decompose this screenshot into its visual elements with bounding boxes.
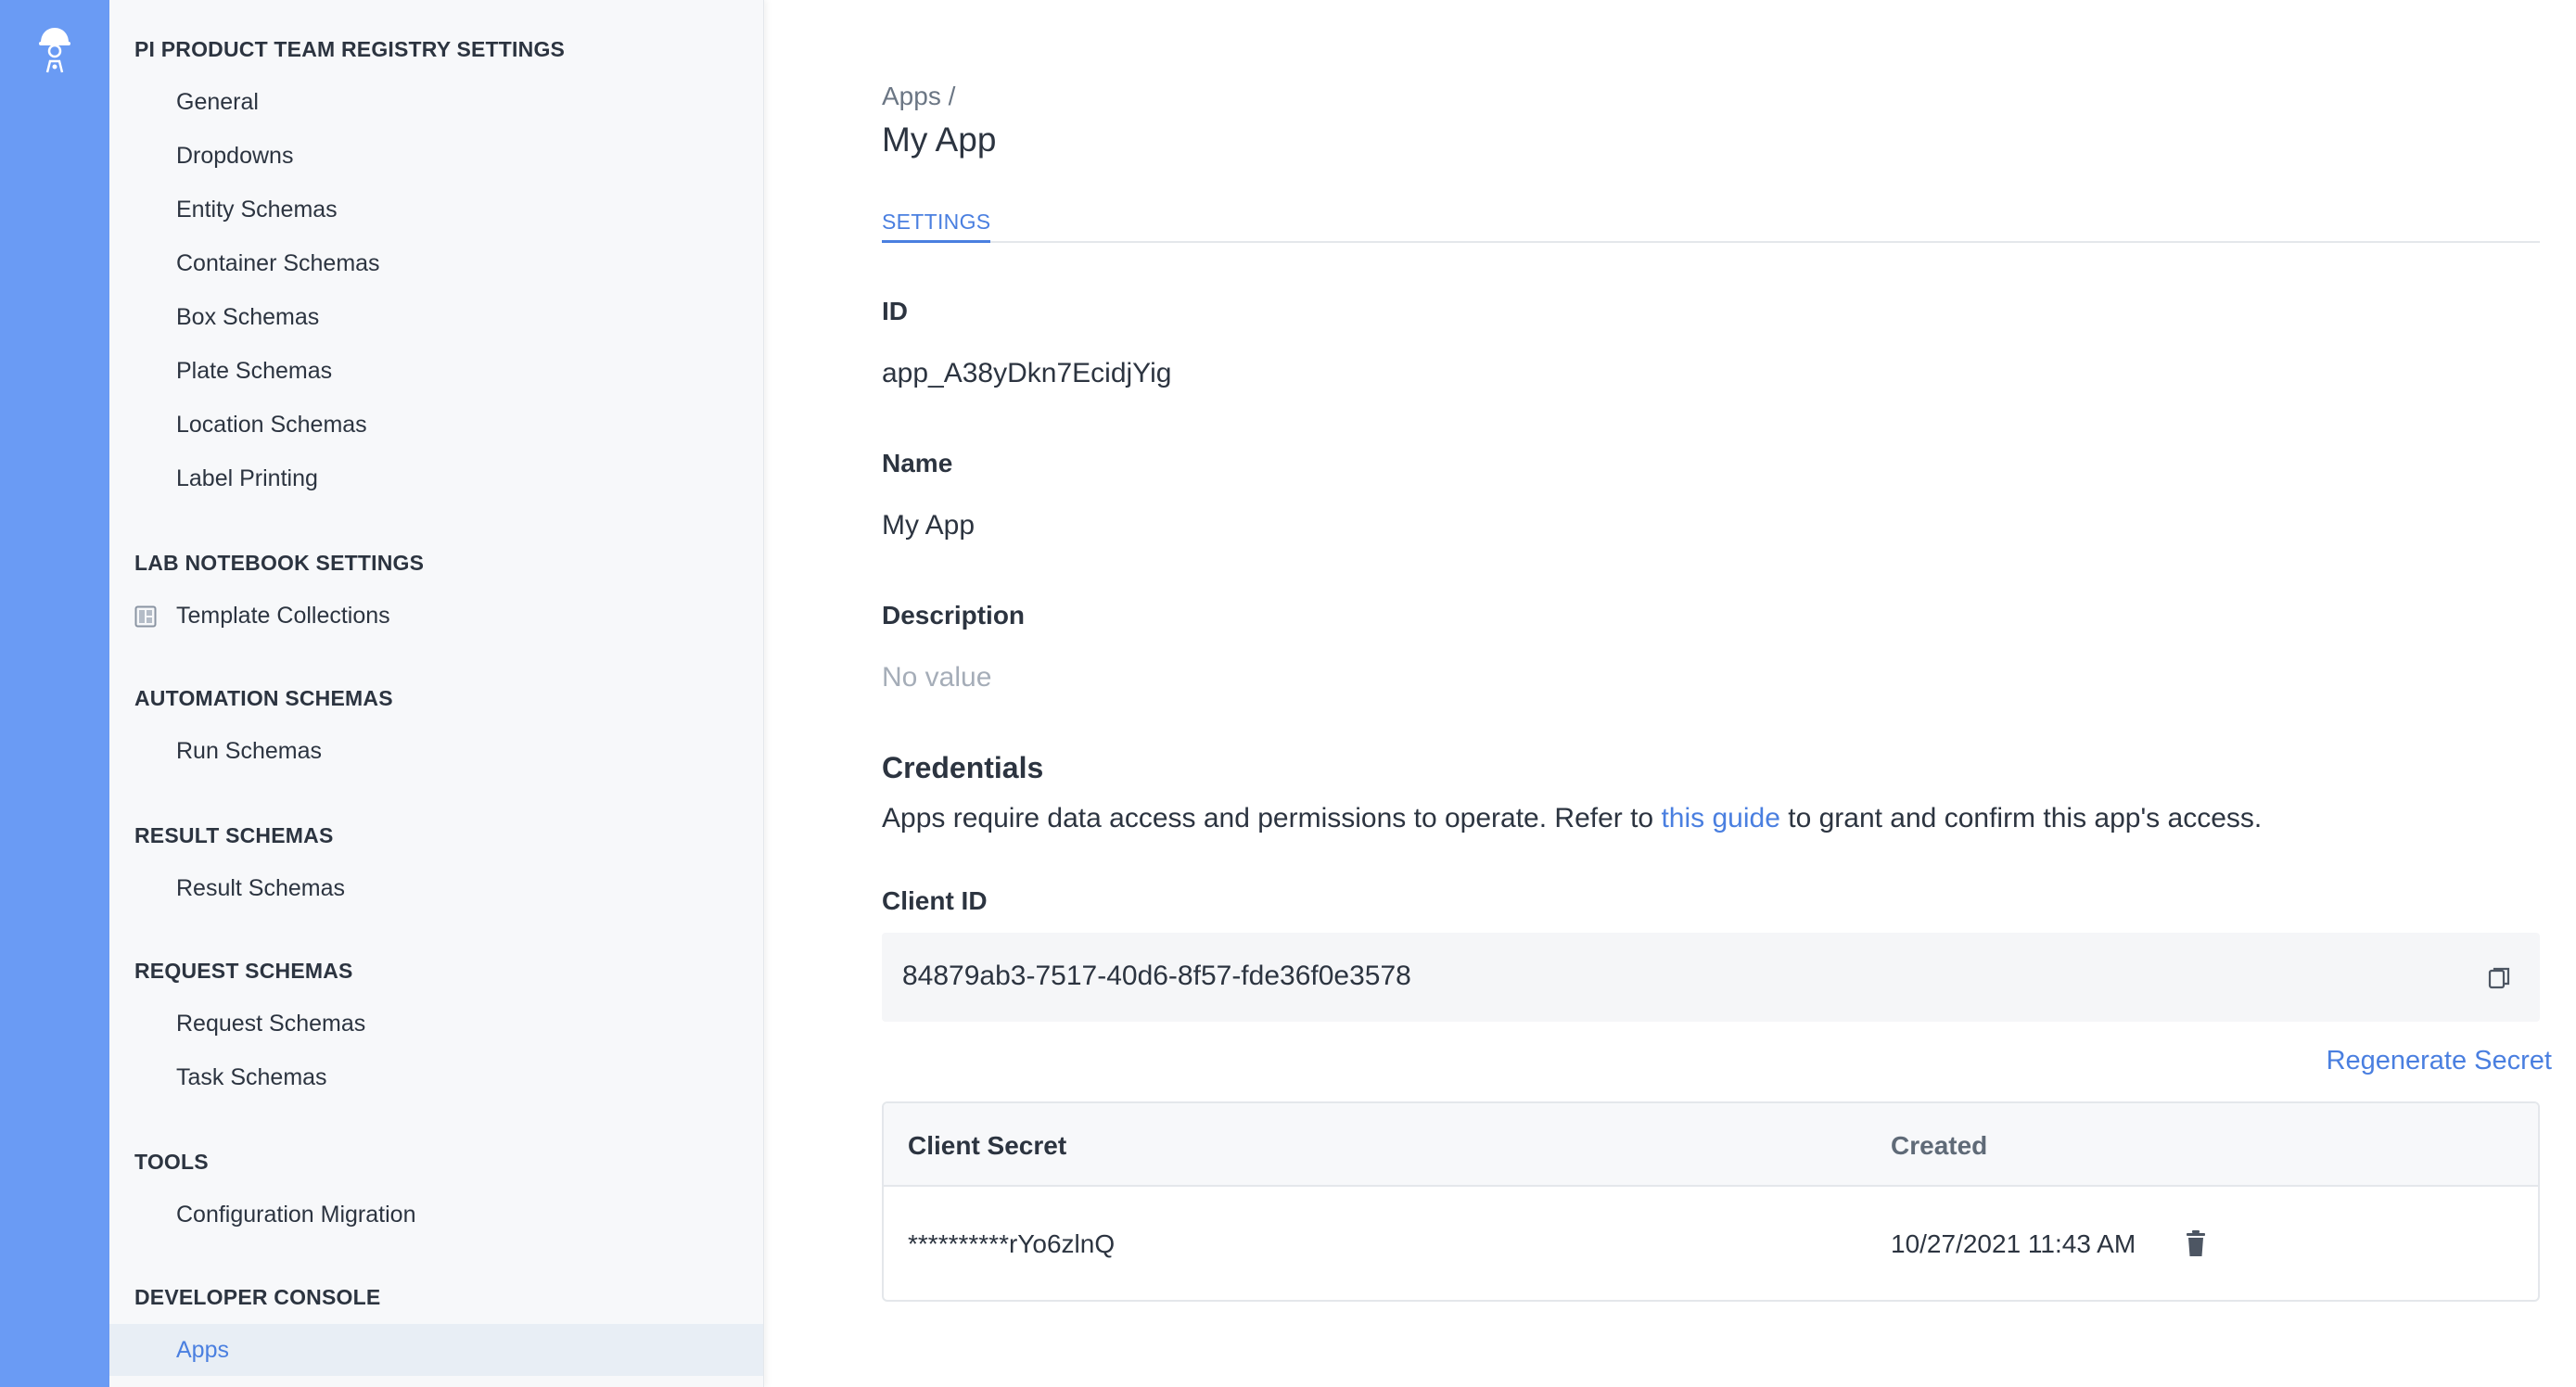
credentials-desc-text-end: to grant and confirm this app's access. bbox=[1779, 803, 2263, 833]
nav-item-plate-schemas[interactable]: Plate Schemas bbox=[109, 345, 763, 397]
client-id-label: Client ID bbox=[882, 886, 988, 915]
nav-item-run-schemas[interactable]: Run Schemas bbox=[109, 725, 763, 777]
nav-heading-tools: TOOLS bbox=[134, 1150, 209, 1174]
credentials-title: Credentials bbox=[882, 751, 1044, 784]
credentials-description: Apps require data access and permissions… bbox=[882, 803, 2262, 834]
nav-item-entity-schemas[interactable]: Entity Schemas bbox=[109, 184, 763, 235]
name-label: Name bbox=[882, 449, 953, 477]
app-settings-panel: Apps / My App SETTINGS ID app_A38yDkn7Ec… bbox=[764, 0, 2576, 1387]
id-label: ID bbox=[882, 297, 908, 325]
created-value: 10/27/2021 11:43 AM bbox=[1891, 1229, 2136, 1258]
nav-item-general[interactable]: General bbox=[109, 76, 763, 128]
guide-link[interactable]: this guide bbox=[1661, 803, 1779, 833]
nav-heading-registry: PI PRODUCT TEAM REGISTRY SETTINGS bbox=[134, 37, 566, 61]
column-header-client-secret: Client Secret bbox=[908, 1131, 1067, 1160]
client-secret-value: **********rYo6zlnQ bbox=[908, 1229, 1116, 1258]
nav-heading-lab-notebook: LAB NOTEBOOK SETTINGS bbox=[134, 551, 425, 575]
scientist-logo-icon[interactable] bbox=[35, 26, 74, 74]
table-row: **********rYo6zlnQ 10/27/2021 11:43 AM bbox=[884, 1187, 2538, 1300]
description-label: Description bbox=[882, 601, 1026, 630]
credentials-desc-text: Apps require data access and permissions… bbox=[882, 803, 1662, 833]
column-header-created: Created bbox=[1891, 1131, 1988, 1160]
nav-heading-developer-console: DEVELOPER CONSOLE bbox=[134, 1285, 381, 1309]
nav-item-label: Template Collections bbox=[176, 603, 390, 629]
nav-item-result-schemas[interactable]: Result Schemas bbox=[109, 862, 763, 914]
nav-item-label-printing[interactable]: Label Printing bbox=[109, 452, 763, 504]
nav-item-configuration-migration[interactable]: Configuration Migration bbox=[109, 1189, 763, 1241]
tab-bar: SETTINGS bbox=[882, 210, 2540, 243]
nav-item-container-schemas[interactable]: Container Schemas bbox=[109, 237, 763, 289]
nav-item-box-schemas[interactable]: Box Schemas bbox=[109, 291, 763, 343]
app-rail bbox=[0, 0, 109, 1387]
nav-heading-result: RESULT SCHEMAS bbox=[134, 823, 334, 847]
name-value[interactable]: My App bbox=[882, 510, 975, 541]
settings-nav: PI PRODUCT TEAM REGISTRY SETTINGS Genera… bbox=[109, 0, 764, 1387]
tab-settings[interactable]: SETTINGS bbox=[882, 210, 991, 243]
nav-heading-automation: AUTOMATION SCHEMAS bbox=[134, 686, 393, 710]
breadcrumb[interactable]: Apps / bbox=[882, 82, 955, 111]
id-value: app_A38yDkn7EcidjYig bbox=[882, 358, 1172, 388]
trash-icon[interactable] bbox=[2185, 1229, 2207, 1257]
template-grid-icon bbox=[134, 605, 157, 628]
nav-item-apps[interactable]: Apps bbox=[109, 1324, 763, 1376]
nav-item-task-schemas[interactable]: Task Schemas bbox=[109, 1051, 763, 1103]
nav-heading-request: REQUEST SCHEMAS bbox=[134, 959, 353, 983]
client-secret-table: Client Secret Created **********rYo6zlnQ… bbox=[882, 1101, 2540, 1302]
nav-item-dropdowns[interactable]: Dropdowns bbox=[109, 130, 763, 182]
page-title: My App bbox=[882, 121, 997, 159]
nav-item-template-collections[interactable]: Template Collections bbox=[109, 590, 763, 642]
copy-icon[interactable] bbox=[2488, 966, 2512, 990]
nav-item-location-schemas[interactable]: Location Schemas bbox=[109, 399, 763, 451]
table-header: Client Secret Created bbox=[884, 1103, 2538, 1187]
client-id-value[interactable]: 84879ab3-7517-40d6-8f57-fde36f0e3578 bbox=[902, 961, 1411, 992]
description-value[interactable]: No value bbox=[882, 662, 991, 694]
regenerate-secret-button[interactable]: Regenerate Secret bbox=[2327, 1046, 2552, 1076]
nav-item-request-schemas[interactable]: Request Schemas bbox=[109, 998, 763, 1050]
client-id-box: 84879ab3-7517-40d6-8f57-fde36f0e3578 bbox=[882, 933, 2540, 1022]
